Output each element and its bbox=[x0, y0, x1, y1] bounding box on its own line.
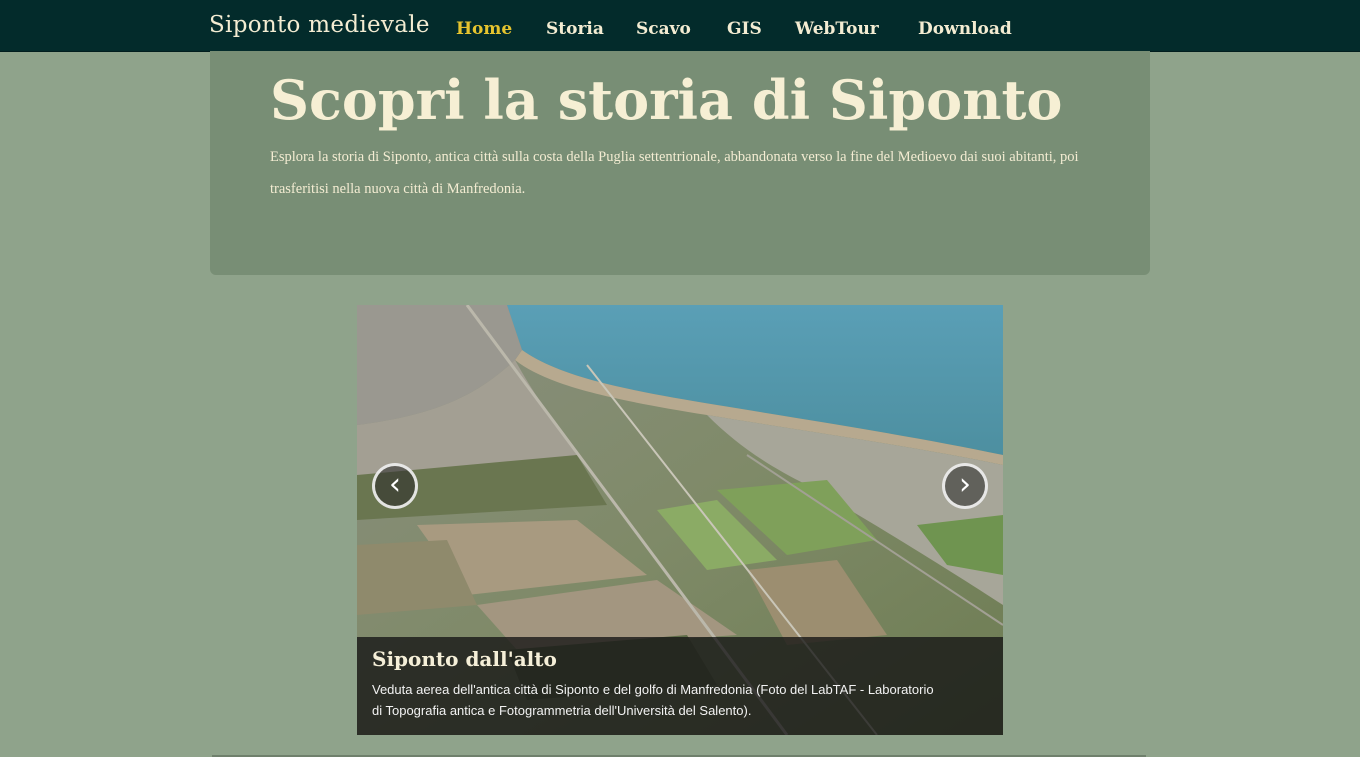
hero-description: Esplora la storia di Siponto, antica cit… bbox=[270, 149, 1079, 197]
carousel-next-button[interactable]: › bbox=[942, 463, 988, 509]
carousel-caption: Siponto dall'alto Veduta aerea dell'anti… bbox=[357, 637, 1003, 735]
caption-text: Veduta aerea dell'antica città di Sipont… bbox=[372, 682, 934, 718]
hero-panel: Scopri la storia di Siponto Esplora la s… bbox=[210, 51, 1150, 275]
nav-link-webtour[interactable]: WebTour bbox=[795, 19, 879, 39]
nav-link-home[interactable]: Home bbox=[456, 19, 512, 39]
hero-title: Scopri la storia di Siponto bbox=[270, 68, 1063, 132]
carousel-prev-button[interactable]: ‹ bbox=[372, 463, 418, 509]
chevron-right-icon: › bbox=[959, 467, 971, 502]
nav-link-download[interactable]: Download bbox=[918, 19, 1012, 39]
caption-title: Siponto dall'alto bbox=[372, 647, 557, 671]
top-navbar: Siponto medievale Home Storia Scavo GIS … bbox=[0, 0, 1360, 52]
nav-link-gis[interactable]: GIS bbox=[727, 19, 762, 39]
nav-link-scavo[interactable]: Scavo bbox=[636, 19, 691, 39]
nav-link-storia[interactable]: Storia bbox=[546, 19, 604, 39]
image-carousel: ‹ › Siponto dall'alto Veduta aerea dell'… bbox=[357, 305, 1003, 735]
brand-link[interactable]: Siponto medievale bbox=[209, 12, 430, 38]
chevron-left-icon: ‹ bbox=[389, 467, 401, 502]
